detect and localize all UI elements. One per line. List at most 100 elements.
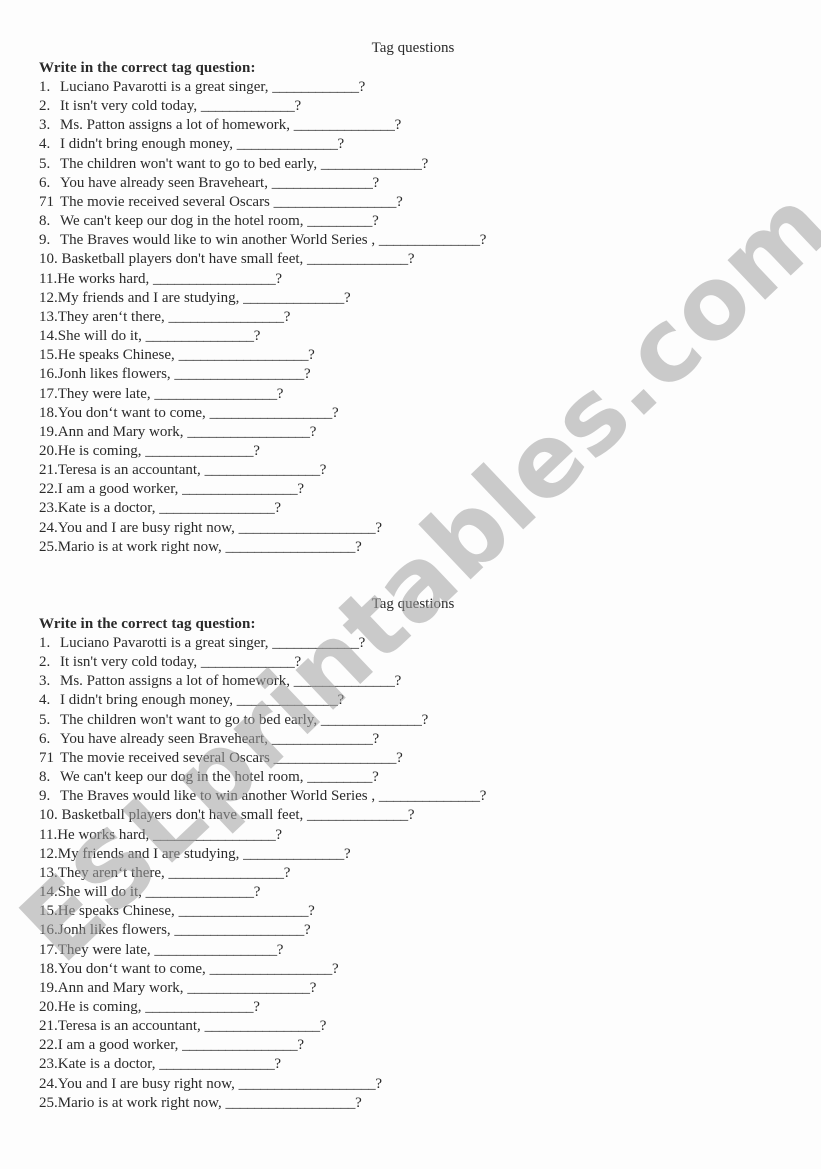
- question-number: 17.: [39, 385, 58, 402]
- question-text: I am a good worker,: [57, 481, 183, 498]
- answer-blank[interactable]: ______________: [237, 136, 338, 152]
- section-title: Tag questions: [371, 40, 455, 56]
- question-mark: ?: [479, 232, 487, 249]
- question-mark: ?: [479, 788, 487, 805]
- question-number: 16.: [39, 366, 58, 383]
- answer-blank[interactable]: ______________: [294, 117, 395, 133]
- answer-blank[interactable]: _______________: [146, 884, 254, 900]
- question-item: 14.She will do it, _______________?: [39, 883, 486, 902]
- answer-blank[interactable]: ____________: [272, 635, 359, 651]
- question-text: She will do it,: [57, 884, 146, 901]
- question-mark: ?: [394, 673, 402, 690]
- question-item: 4. I didn't bring enough money, _________…: [39, 691, 486, 710]
- answer-blank[interactable]: ______________: [321, 712, 422, 728]
- question-number: 20.: [39, 998, 58, 1015]
- answer-blank[interactable]: ________________: [169, 865, 285, 881]
- answer-blank[interactable]: _________________: [153, 827, 276, 843]
- question-mark: ?: [343, 289, 351, 306]
- answer-blank[interactable]: ______________: [307, 807, 408, 823]
- answer-blank[interactable]: _________________: [274, 750, 397, 766]
- question-number: 25.: [39, 538, 58, 555]
- answer-blank[interactable]: ________________: [159, 500, 275, 516]
- answer-blank[interactable]: _________________: [210, 405, 333, 421]
- answer-blank[interactable]: _________________: [187, 980, 310, 996]
- question-text: They were late,: [57, 941, 155, 958]
- answer-blank[interactable]: ______________: [237, 692, 338, 708]
- answer-blank[interactable]: __________________: [179, 347, 309, 363]
- answer-blank[interactable]: _____________: [201, 654, 295, 670]
- answer-blank[interactable]: ______________: [379, 232, 480, 248]
- answer-blank[interactable]: ________________: [182, 481, 298, 497]
- answer-blank[interactable]: _________________: [154, 386, 277, 402]
- answer-blank[interactable]: _______________: [146, 328, 254, 344]
- answer-blank[interactable]: _________________: [274, 194, 397, 210]
- answer-blank[interactable]: ________________: [182, 1037, 298, 1053]
- question-number: 23.: [39, 1056, 58, 1073]
- question-item: 17.They were late, _________________?: [39, 941, 486, 960]
- question-number: 3.: [39, 117, 51, 134]
- answer-blank[interactable]: ___________________: [239, 1076, 376, 1092]
- answer-blank[interactable]: ______________: [379, 788, 480, 804]
- question-mark: ?: [253, 328, 261, 345]
- question-item: 20.He is coming, _______________?: [39, 442, 486, 461]
- question-text: The movie received several Oscars: [60, 193, 274, 210]
- answer-blank[interactable]: _____________: [201, 98, 295, 114]
- answer-blank[interactable]: _________________: [154, 942, 277, 958]
- question-text: Luciano Pavarotti is a great singer,: [60, 635, 273, 651]
- answer-blank[interactable]: ______________: [243, 846, 344, 862]
- answer-blank[interactable]: ______________: [294, 673, 395, 689]
- answer-blank[interactable]: __________________: [174, 366, 304, 382]
- answer-blank[interactable]: _______________: [145, 443, 253, 459]
- answer-blank[interactable]: ________________: [159, 1056, 275, 1072]
- answer-blank[interactable]: _________: [307, 213, 372, 229]
- answer-blank[interactable]: _______________: [145, 999, 253, 1015]
- question-number: 5.: [39, 155, 51, 172]
- question-mark: ?: [319, 462, 327, 479]
- question-mark: ?: [309, 423, 317, 440]
- answer-blank[interactable]: __________________: [226, 1095, 356, 1111]
- question-text: It isn't very cold today,: [60, 98, 201, 115]
- worksheet-page: Tag questions Write in the correct tag q…: [0, 0, 821, 1169]
- question-mark: ?: [396, 193, 403, 210]
- question-text: Kate is a doctor,: [57, 500, 160, 517]
- question-number: 22.: [39, 1037, 58, 1054]
- answer-blank[interactable]: ________________: [205, 1018, 321, 1034]
- question-mark: ?: [319, 1018, 327, 1035]
- question-text: The Braves would like to win another Wor…: [60, 232, 379, 249]
- answer-blank[interactable]: __________________: [179, 903, 309, 919]
- question-item: 5. The children won't want to go to bed e…: [39, 711, 486, 730]
- question-item: 5. The children won't want to go to bed e…: [39, 155, 486, 174]
- question-mark: ?: [297, 481, 304, 498]
- answer-blank[interactable]: _________________: [187, 424, 310, 440]
- answer-blank[interactable]: ____________: [272, 79, 359, 95]
- question-mark: ?: [275, 826, 283, 843]
- question-mark: ?: [294, 654, 302, 671]
- answer-blank[interactable]: ______________: [272, 731, 373, 747]
- answer-blank[interactable]: ______________: [243, 290, 344, 306]
- answer-blank[interactable]: ___________________: [239, 520, 376, 536]
- answer-blank[interactable]: ________________: [205, 462, 321, 478]
- question-item: 9. The Braves would like to win another W…: [39, 231, 486, 250]
- question-item: 12.My friends and I are studying, ______…: [39, 289, 486, 308]
- answer-blank[interactable]: ________________: [169, 309, 285, 325]
- question-mark: ?: [308, 903, 315, 920]
- question-mark: ?: [276, 941, 284, 958]
- question-number: 6.: [39, 730, 51, 747]
- answer-blank[interactable]: ______________: [321, 156, 422, 172]
- question-mark: ?: [407, 807, 415, 824]
- answer-blank[interactable]: ______________: [272, 175, 373, 191]
- answer-blank[interactable]: _________: [307, 769, 372, 785]
- question-text: They aren‘t there,: [57, 308, 169, 325]
- answer-blank[interactable]: __________________: [226, 539, 356, 555]
- answer-blank[interactable]: ______________: [307, 251, 408, 267]
- question-text: He is coming,: [57, 442, 146, 459]
- answer-blank[interactable]: __________________: [174, 922, 304, 938]
- question-item: 19.Ann and Mary work, _________________?: [39, 979, 486, 998]
- question-number: 16.: [39, 922, 58, 939]
- answer-blank[interactable]: _________________: [210, 961, 333, 977]
- question-text: Jonh likes flowers,: [57, 366, 175, 383]
- answer-blank[interactable]: _________________: [153, 271, 276, 287]
- question-text: The movie received several Oscars: [60, 749, 274, 766]
- question-number: 4.: [39, 136, 51, 153]
- question-item: 2. It isn't very cold today, ____________…: [39, 653, 486, 672]
